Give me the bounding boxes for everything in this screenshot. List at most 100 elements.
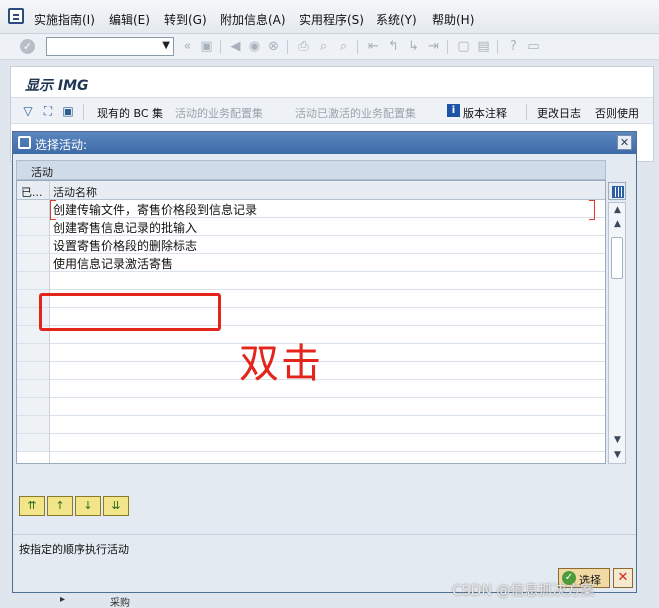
- toolbar-separator: [357, 40, 358, 54]
- move-up-icon: ↑: [55, 499, 65, 512]
- first-page-icon[interactable]: ⇤: [366, 39, 381, 54]
- release-notes-button[interactable]: 版本注释: [463, 105, 507, 121]
- back-arrows-icon: «: [183, 39, 192, 54]
- move-bottom-icon: ⇊: [111, 499, 121, 512]
- tree-node-icon: ▸: [60, 594, 66, 605]
- toolbar-separator: [83, 104, 84, 120]
- menu-item-extras[interactable]: 附加信息(A): [220, 11, 286, 28]
- back-icon[interactable]: ◀: [228, 39, 243, 54]
- move-down-button[interactable]: ↓: [75, 496, 101, 516]
- enter-check-icon[interactable]: ✓: [20, 39, 35, 54]
- column-header-done[interactable]: 已...: [21, 184, 43, 200]
- activity-name-cell[interactable]: 创建寄售信息记录的批输入: [53, 219, 197, 236]
- toolbar-separator: [526, 104, 527, 120]
- menu-item-utilities[interactable]: 实用程序(S): [299, 11, 364, 28]
- move-top-icon: ⇈: [27, 499, 37, 512]
- table-row[interactable]: 使用信息记录激活寄售: [17, 254, 605, 272]
- dialog-title-bar: 选择活动: ✕: [13, 132, 636, 154]
- activated-bc-sets-button[interactable]: 活动已激活的业务配置集: [295, 105, 416, 121]
- row-focus-marker: [50, 200, 595, 220]
- find-next-icon[interactable]: ⌕: [336, 39, 351, 54]
- command-field[interactable]: ▼: [46, 37, 174, 56]
- previous-page-icon[interactable]: ↰: [386, 39, 401, 54]
- row-selector[interactable]: [17, 272, 49, 289]
- other-use-button[interactable]: 否则使用: [595, 105, 639, 121]
- menu-bar: 实施指南(I) 编辑(E) 转到(G) 附加信息(A) 实用程序(S) 系统(Y…: [0, 0, 659, 34]
- cancel-icon[interactable]: ⊗: [266, 39, 281, 54]
- vertical-scrollbar[interactable]: ▲ ▲ ▼ ▼: [608, 202, 626, 464]
- last-page-icon[interactable]: ⇥: [426, 39, 441, 54]
- column-header-activity-name[interactable]: 活动名称: [53, 184, 97, 200]
- scroll-thumb[interactable]: [611, 237, 623, 279]
- row-selector[interactable]: [17, 236, 49, 253]
- expand-tree-icon[interactable]: ▽: [21, 104, 35, 118]
- page-up-icon[interactable]: ▲: [610, 217, 625, 231]
- dialog-divider: [13, 534, 636, 535]
- column-settings-icon[interactable]: [608, 182, 626, 200]
- row-selector[interactable]: [17, 254, 49, 271]
- dialog-window-icon: [18, 136, 31, 149]
- new-session-icon[interactable]: ▢: [456, 39, 471, 54]
- page-down-icon[interactable]: ▼: [610, 433, 625, 447]
- table-row[interactable]: 创建寄售信息记录的批输入: [17, 218, 605, 236]
- table-row[interactable]: 设置寄售价格段的删除标志: [17, 236, 605, 254]
- documentation-icon[interactable]: ▣: [61, 104, 75, 118]
- shortcut-icon[interactable]: ▤: [476, 39, 491, 54]
- activity-table: 已... 活动名称 创建传输文件，寄售价格段到信息记录 创建寄售信息记录的批输入设…: [16, 180, 606, 464]
- table-row[interactable]: [17, 416, 605, 434]
- activity-bc-sets-button[interactable]: 活动的业务配置集: [175, 105, 263, 121]
- save-icon[interactable]: ▣: [199, 39, 214, 54]
- app-menu-icon[interactable]: [8, 8, 24, 24]
- activity-name-cell[interactable]: 设置寄售价格段的删除标志: [53, 237, 197, 254]
- menu-item-system[interactable]: 系统(Y): [376, 11, 417, 28]
- info-icon: i: [447, 104, 460, 117]
- page-title: 显示 IMG: [25, 78, 89, 94]
- row-selector[interactable]: [17, 362, 49, 379]
- table-row[interactable]: [17, 272, 605, 290]
- select-activity-dialog: 选择活动: ✕ 活动 已... 活动名称 创建传输文件，寄售价格段到信息记录 创建…: [12, 131, 637, 593]
- table-row[interactable]: [17, 434, 605, 452]
- row-selector[interactable]: [17, 398, 49, 415]
- move-down-icon: ↓: [83, 499, 93, 512]
- where-used-icon[interactable]: ⛶: [41, 104, 55, 118]
- change-log-button[interactable]: 更改日志: [537, 105, 581, 121]
- close-icon[interactable]: ✕: [617, 135, 632, 150]
- highlight-box: [39, 293, 221, 331]
- table-row[interactable]: [17, 398, 605, 416]
- find-icon[interactable]: ⌕: [316, 39, 331, 54]
- layout-menu-icon[interactable]: ▭: [526, 39, 541, 54]
- row-selector[interactable]: [17, 380, 49, 397]
- menu-item-goto[interactable]: 转到(G): [164, 11, 207, 28]
- scroll-down-icon[interactable]: ▼: [610, 448, 625, 462]
- row-selector[interactable]: [17, 434, 49, 451]
- menu-item-guide[interactable]: 实施指南(I): [34, 11, 95, 28]
- row-selector[interactable]: [17, 344, 49, 361]
- cancel-button[interactable]: ✕: [613, 568, 633, 588]
- menu-item-help[interactable]: 帮助(H): [432, 11, 474, 28]
- table-header: 已... 活动名称: [17, 181, 605, 200]
- print-icon[interactable]: ⎙: [296, 39, 311, 54]
- activity-name-cell[interactable]: 使用信息记录激活寄售: [53, 255, 173, 272]
- move-bottom-button[interactable]: ⇊: [103, 496, 129, 516]
- row-selector[interactable]: [17, 416, 49, 433]
- next-page-icon[interactable]: ↳: [406, 39, 421, 54]
- dialog-title: 选择活动:: [35, 138, 88, 152]
- dropdown-arrow-icon[interactable]: ▼: [162, 40, 170, 51]
- move-up-button[interactable]: ↑: [47, 496, 73, 516]
- exit-icon[interactable]: ◉: [247, 39, 262, 54]
- row-selector[interactable]: [17, 218, 49, 235]
- toolbar-separator: [447, 40, 448, 54]
- standard-toolbar: ✓ ▼ « ▣ ◀ ◉ ⊗ ⎙ ⌕ ⌕ ⇤ ↰ ↳ ⇥ ▢ ▤ ? ▭: [0, 34, 659, 60]
- move-top-button[interactable]: ⇈: [19, 496, 45, 516]
- activity-group-header: 活动: [16, 160, 606, 180]
- toolbar-separator: [497, 40, 498, 54]
- scroll-up-icon[interactable]: ▲: [610, 203, 625, 217]
- background-tree-row: ▸ 采购: [60, 594, 260, 608]
- bc-set-button[interactable]: 现有的 BC 集: [97, 105, 163, 121]
- menu-item-edit[interactable]: 编辑(E): [109, 11, 150, 28]
- help-icon[interactable]: ?: [506, 39, 521, 54]
- dialog-hint-text: 按指定的顺序执行活动: [19, 543, 129, 556]
- toolbar-separator: [287, 40, 288, 54]
- tree-node-label[interactable]: 采购: [110, 594, 130, 608]
- row-selector[interactable]: [17, 200, 49, 217]
